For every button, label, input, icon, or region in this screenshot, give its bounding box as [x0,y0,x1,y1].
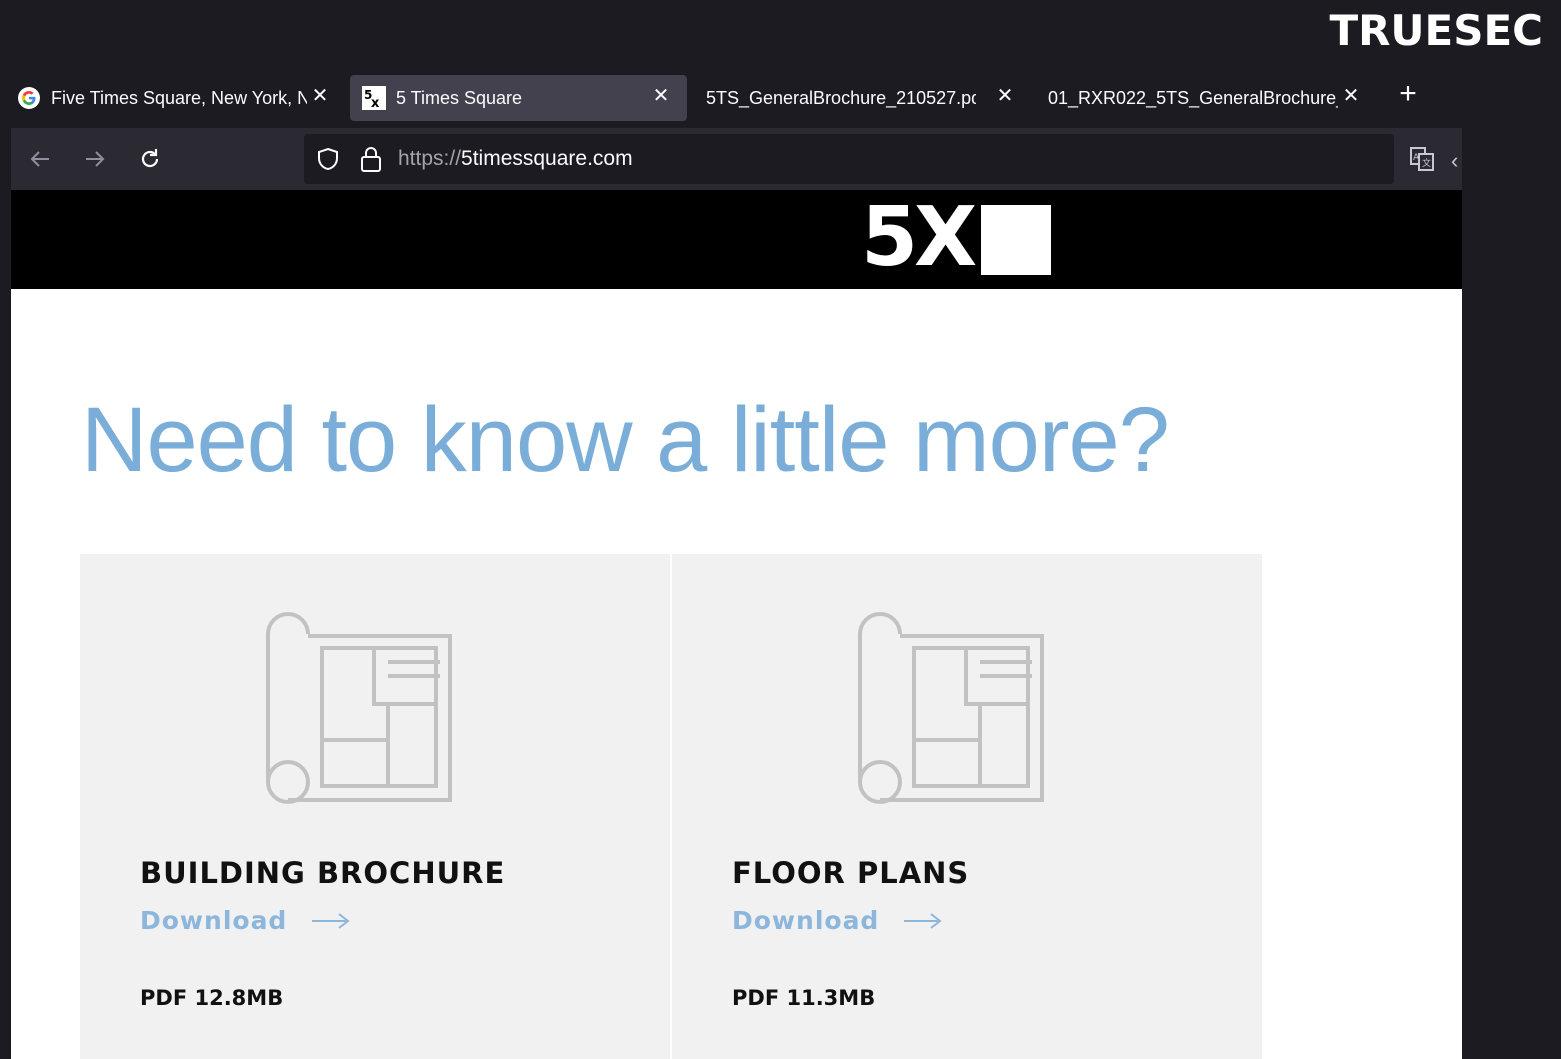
reload-icon[interactable] [135,144,165,174]
close-tab-icon[interactable]: ✕ [1340,85,1362,107]
address-bar[interactable]: https://5timessquare.com [304,134,1394,184]
5x-logo[interactable]: 5X [861,196,1052,280]
floor-plans-card: FLOOR PLANS Download PDF 11.3MB [672,554,1262,1059]
tab-google-search[interactable]: Five Times Square, New York, N ✕ [17,75,335,121]
extensions-overflow-icon[interactable]: ‹ [1451,148,1458,174]
url-text[interactable]: https://5timessquare.com [398,147,633,171]
lock-icon[interactable] [359,145,383,178]
truesec-watermark: TRUESEC [1329,6,1543,55]
right-arrow-icon [904,912,942,929]
tab-bar: Five Times Square, New York, N ✕ 5 x 5 T… [11,68,1462,128]
close-tab-icon[interactable]: ✕ [650,85,672,107]
tab-label: 5 Times Square [396,87,523,108]
svg-text:文: 文 [1422,157,1431,169]
card-title: BUILDING BROCHURE [140,856,506,890]
svg-text:x: x [371,96,380,110]
blueprint-icon [858,612,1044,804]
tab-label: 01_RXR022_5TS_GeneralBrochure_Di [1048,87,1338,108]
tab-5-times-square[interactable]: 5 x 5 Times Square ✕ [350,75,687,121]
file-size: PDF 11.3MB [732,986,876,1010]
tracking-protection-shield-icon[interactable] [315,146,341,177]
tab-label: Five Times Square, New York, N [51,87,307,108]
navigation-toolbar: https://5timessquare.com A文 ‹ [11,128,1462,190]
building-brochure-card: BUILDING BROCHURE Download PDF 12.8MB [80,554,670,1059]
tab-brochure-pdf[interactable]: 5TS_GeneralBrochure_210527.pdf ✕ [706,75,1026,121]
file-size: PDF 12.8MB [140,986,284,1010]
right-arrow-icon [312,912,350,929]
tab-label: 5TS_GeneralBrochure_210527.pdf [706,87,976,108]
logo-square [981,205,1052,275]
page-heading: Need to know a little more? [81,389,1170,491]
web-page: 5X Need to know a little more? BUILDING … [11,190,1462,1059]
close-tab-icon[interactable]: ✕ [994,85,1016,107]
tab-brochure-download[interactable]: 01_RXR022_5TS_GeneralBrochure_Di ✕ [1048,75,1378,121]
browser-window: Five Times Square, New York, N ✕ 5 x 5 T… [11,68,1462,1059]
close-tab-icon[interactable]: ✕ [309,85,331,107]
new-tab-plus-icon[interactable]: + [1393,79,1423,110]
translate-icon[interactable]: A文 [1409,145,1437,178]
site-header: 5X [11,190,1462,289]
google-icon [17,86,41,110]
back-arrow-icon[interactable] [25,144,55,174]
blueprint-icon [266,612,452,804]
download-link[interactable]: Download [140,906,351,935]
5x-site-icon: 5 x [362,86,386,110]
download-link[interactable]: Download [732,906,943,935]
forward-arrow-icon[interactable] [80,144,110,174]
screenshot-frame: TRUESEC Five Times Square, New York, N ✕ [0,0,1561,1059]
card-title: FLOOR PLANS [732,856,970,890]
svg-text:A: A [1413,153,1420,163]
